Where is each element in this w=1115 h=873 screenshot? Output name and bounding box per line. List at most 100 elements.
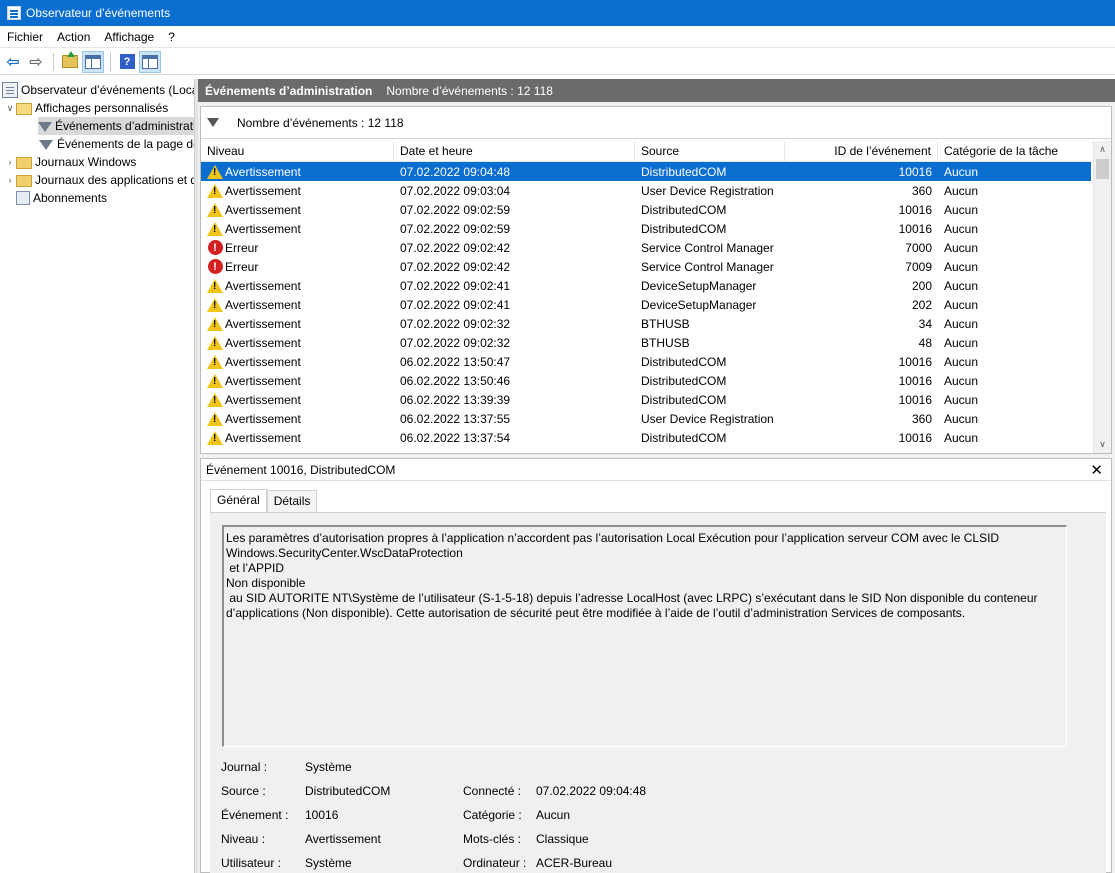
cell-level: Avertissement xyxy=(201,354,394,370)
cell-category: Aucun xyxy=(944,430,979,445)
cell-category: Aucun xyxy=(944,373,979,388)
level-text: Avertissement xyxy=(225,335,301,350)
cell-source: DeviceSetupManager xyxy=(641,297,757,312)
level-text: Avertissement xyxy=(225,316,301,331)
tree-item-admin-events[interactable]: Événements d’administration xyxy=(38,117,194,135)
tab-general[interactable]: Général xyxy=(210,489,267,512)
cell-source: DistributedCOM xyxy=(641,392,727,407)
column-header-level[interactable]: Niveau xyxy=(201,141,394,162)
cell-category: Aucun xyxy=(944,240,979,255)
close-icon[interactable]: ✕ xyxy=(1090,461,1103,479)
table-row[interactable]: Avertissement 06.02.2022 13:37:55 User Dev… xyxy=(201,409,1091,428)
scroll-down-icon[interactable]: ∨ xyxy=(1094,436,1111,453)
tree-item-subscriptions[interactable]: Abonnements xyxy=(16,189,107,207)
cell-level: Avertissement xyxy=(201,183,394,199)
events-vertical-scrollbar[interactable]: ∧ ∨ xyxy=(1093,141,1111,453)
cell-category: Aucun xyxy=(944,316,979,331)
cell-level: Avertissement xyxy=(201,411,394,427)
filter-icon xyxy=(207,118,219,127)
scrollbar-thumb[interactable] xyxy=(1096,159,1109,179)
level-text: Avertissement xyxy=(225,221,301,236)
tree-item-app-service-logs[interactable]: › Journaux des applications et de servic… xyxy=(4,171,194,189)
table-row[interactable]: Avertissement 07.02.2022 09:02:32 BTHUSB 34… xyxy=(201,314,1091,333)
table-row[interactable]: Avertissement 06.02.2022 13:50:46 Distribu… xyxy=(201,371,1091,390)
tree-item-summary-page-events[interactable]: Événements de la page de résumé xyxy=(38,135,194,153)
tree-item-root[interactable]: Observateur d’événements (Local) xyxy=(2,81,194,99)
folder-icon xyxy=(16,157,32,169)
table-row[interactable]: Avertissement 07.02.2022 09:02:41 DeviceSe… xyxy=(201,276,1091,295)
cell-event-id: 10016 xyxy=(898,202,932,217)
cell-category: Aucun xyxy=(944,164,979,179)
tree-item-label: Événements d’administration xyxy=(55,119,194,133)
window-title: Observateur d’événements xyxy=(26,6,171,20)
menu-help[interactable]: ? xyxy=(161,30,182,44)
cell-source: DistributedCOM xyxy=(641,164,727,179)
toolbar-separator xyxy=(110,52,111,71)
chevron-right-icon[interactable]: › xyxy=(4,175,16,185)
menu-affichage[interactable]: Affichage xyxy=(97,30,161,44)
table-row[interactable]: Avertissement 07.02.2022 09:04:48 Distribu… xyxy=(201,162,1091,181)
table-row[interactable]: Avertissement 07.02.2022 09:02:59 Distribu… xyxy=(201,200,1091,219)
cell-event-id: 48 xyxy=(918,335,932,350)
cell-date: 07.02.2022 09:02:59 xyxy=(400,202,511,217)
show-hide-tree-button[interactable] xyxy=(82,50,104,73)
column-header-event-id[interactable]: ID de l’événement xyxy=(785,141,938,162)
help-button[interactable]: ? xyxy=(116,51,138,73)
table-row[interactable]: Avertissement 06.02.2022 13:50:47 Distribu… xyxy=(201,352,1091,371)
chevron-down-icon[interactable]: ∨ xyxy=(4,103,16,114)
event-id-value: 10016 xyxy=(305,808,339,822)
tree-item-label: Affichages personnalisés xyxy=(35,101,169,115)
warning-icon-wrapper xyxy=(207,202,223,218)
cell-level: Avertissement xyxy=(201,221,394,237)
table-row[interactable]: Avertissement 07.02.2022 09:03:04 User Dev… xyxy=(201,181,1091,200)
event-message[interactable]: Les paramètres d’autorisation propres à … xyxy=(222,525,1067,747)
warning-icon-wrapper xyxy=(207,278,223,294)
toolbar: ⇦ ⇨ ? xyxy=(0,49,1115,75)
connected-label: Connecté : xyxy=(463,784,522,798)
cell-level: Avertissement xyxy=(201,430,394,446)
cell-category: Aucun xyxy=(944,183,979,198)
table-row[interactable]: Avertissement 07.02.2022 09:02:41 DeviceSe… xyxy=(201,295,1091,314)
filter-icon xyxy=(39,139,53,150)
cell-category: Aucun xyxy=(944,411,979,426)
warning-icon xyxy=(207,278,223,293)
back-button[interactable]: ⇦ xyxy=(2,51,24,73)
folder-icon xyxy=(16,175,32,187)
menu-action[interactable]: Action xyxy=(50,30,97,44)
table-row[interactable]: Avertissement 06.02.2022 13:37:54 Distribu… xyxy=(201,428,1091,447)
table-row[interactable]: Avertissement 07.02.2022 09:02:32 BTHUSB 48… xyxy=(201,333,1091,352)
tree-item-label: Abonnements xyxy=(33,191,108,205)
event-detail-title: Événement 10016, DistributedCOM xyxy=(201,459,1111,481)
cell-source: DistributedCOM xyxy=(641,430,727,445)
cell-event-id: 10016 xyxy=(898,164,932,179)
filter-row: Nombre d’événements : 12 118 xyxy=(201,107,1111,139)
subscriptions-icon xyxy=(16,191,30,205)
cell-category: Aucun xyxy=(944,354,979,369)
forward-button[interactable]: ⇨ xyxy=(25,51,47,73)
warning-icon xyxy=(207,221,223,236)
up-one-level-button[interactable] xyxy=(59,51,81,73)
column-header-task-category[interactable]: Catégorie de la tâche xyxy=(938,141,1091,162)
table-row[interactable]: Avertissement 07.02.2022 09:02:59 Distribu… xyxy=(201,219,1091,238)
scroll-up-icon[interactable]: ∧ xyxy=(1094,141,1111,158)
tree-item-custom-views[interactable]: ∨ Affichages personnalisés xyxy=(4,99,168,117)
tree-item-windows-logs[interactable]: › Journaux Windows xyxy=(4,153,136,171)
menu-fichier[interactable]: Fichier xyxy=(0,30,50,44)
cell-event-id: 10016 xyxy=(898,373,932,388)
help-icon: ? xyxy=(119,54,135,69)
arrow-right-icon: ⇨ xyxy=(29,53,43,71)
warning-icon-wrapper xyxy=(207,354,223,370)
show-hide-action-pane-button[interactable] xyxy=(139,50,161,73)
warning-icon xyxy=(207,430,223,445)
table-row[interactable]: ! Erreur 07.02.2022 09:02:42 Service Contro… xyxy=(201,238,1091,257)
column-header-date[interactable]: Date et heure xyxy=(394,141,635,162)
table-row[interactable]: Avertissement 06.02.2022 13:39:39 Distribu… xyxy=(201,390,1091,409)
tab-details[interactable]: Détails xyxy=(266,490,318,512)
warning-icon-wrapper xyxy=(207,430,223,446)
column-header-source[interactable]: Source xyxy=(635,141,785,162)
table-row[interactable]: ! Erreur 07.02.2022 09:02:42 Service Contro… xyxy=(201,257,1091,276)
chevron-right-icon[interactable]: › xyxy=(4,157,16,167)
filter-icon xyxy=(38,121,52,132)
level-text: Erreur xyxy=(225,240,259,255)
level-text: Avertissement xyxy=(225,297,301,312)
